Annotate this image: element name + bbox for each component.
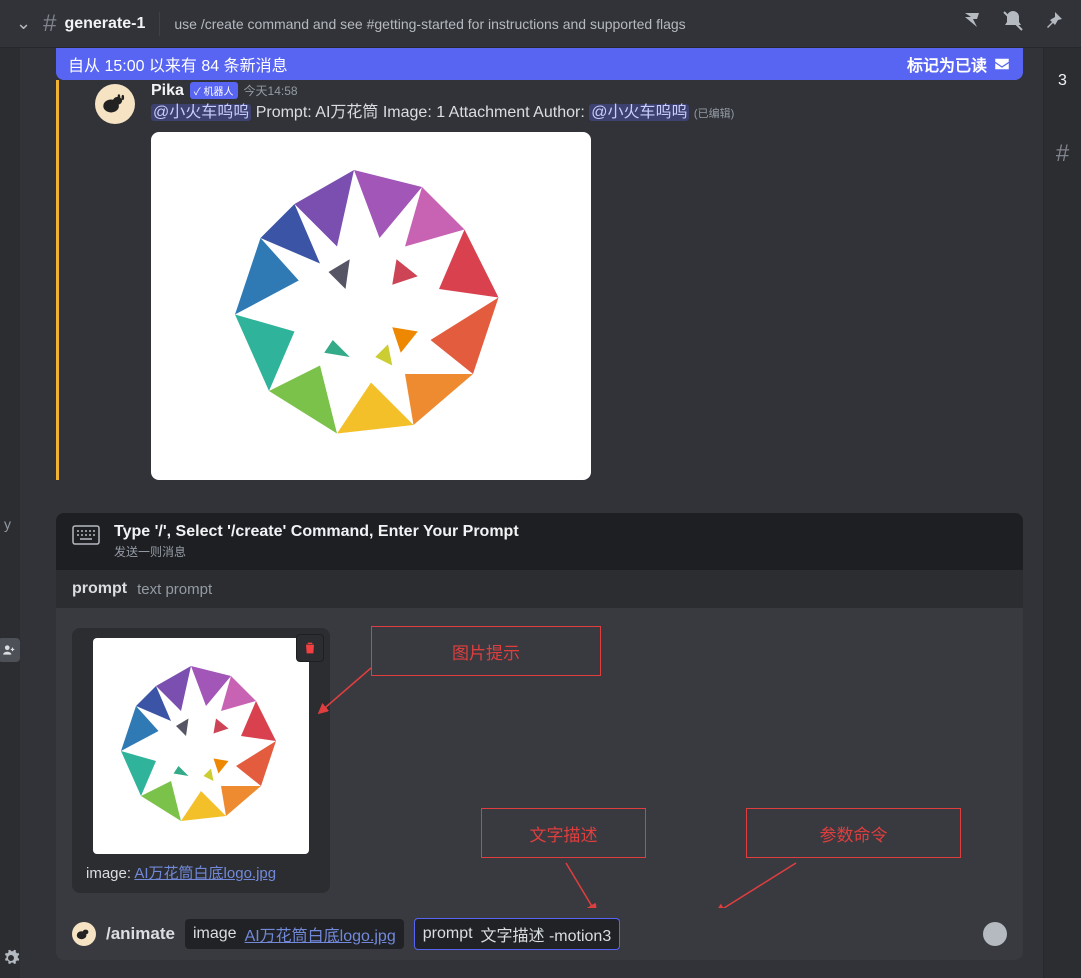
hash-icon: # [43,10,56,38]
sidebar-label: y [4,516,11,532]
message-content: @小火车呜呜 Prompt: AI万花筒 Image: 1 Attachment… [151,102,1023,124]
threads-icon[interactable] [961,9,985,38]
header-divider [159,12,160,36]
message: Pika ✓ 机器人 今天14:58 @小火车呜呜 Prompt: AI万花筒 … [95,80,1043,480]
annotation-param-cmd: 参数命令 [746,808,961,858]
main-content: 自从 15:00 以来有 84 条新消息 标记为已读 Pika ✓ 机器人 今天… [20,48,1043,978]
annotation-text-desc: 文字描述 [481,808,646,858]
prompt-description: text prompt [137,581,212,598]
upload-area: image: AI万花筒白底logo.jpg 图片提示 文字描述 参数命令 [56,608,1023,908]
message-attachment[interactable] [151,132,591,480]
left-sidebar: y [0,48,20,978]
message-header: Pika ✓ 机器人 今天14:58 [151,82,1023,100]
chevron-down-icon[interactable]: ⌄ [8,13,39,34]
command-option-prompt[interactable]: prompt 文字描述 -motion3 [414,918,621,950]
command-name: /animate [106,924,175,944]
command-option-image[interactable]: image AI万花筒白底logo.jpg [185,919,404,949]
mark-read-button[interactable]: 标记为已读 [907,52,1011,76]
add-member-icon[interactable] [0,638,20,662]
upload-thumbnail[interactable] [93,638,309,854]
avatar[interactable] [95,84,135,124]
prompt-option-row[interactable]: prompt text prompt [56,570,1023,608]
slash-header[interactable]: Type '/', Select '/create' Command, Ente… [56,513,1023,570]
channel-header: ⌄ # generate-1 use /create command and s… [0,0,1081,48]
new-messages-banner[interactable]: 自从 15:00 以来有 84 条新消息 标记为已读 [56,48,1023,80]
notification-muted-icon[interactable] [1001,9,1025,38]
slash-command-panel: Type '/', Select '/create' Command, Ente… [56,513,1023,908]
command-app-avatar [72,922,96,946]
prompt-label: prompt [72,580,127,598]
keyboard-icon [72,525,100,550]
message-timestamp: 今天14:58 [244,82,298,99]
message-list: Pika ✓ 机器人 今天14:58 @小火车呜呜 Prompt: AI万花筒 … [56,80,1043,480]
gear-icon[interactable] [2,949,20,970]
slash-subtitle: 发送一则消息 [114,543,519,560]
hash-icon: # [1044,140,1081,168]
member-count: 3 [1044,72,1081,90]
channel-topic[interactable]: use /create command and see #getting-sta… [174,16,961,32]
upload-filename[interactable]: AI万花筒白底logo.jpg [134,865,276,882]
channel-name: generate-1 [64,15,145,33]
message-input[interactable]: /animate image AI万花筒白底logo.jpg prompt 文字… [56,908,1023,960]
edited-indicator: (已编辑) [694,108,734,120]
user-mention[interactable]: @小火车呜呜 [151,104,251,121]
banner-text: 自从 15:00 以来有 84 条新消息 [68,52,288,76]
upload-caption: image: AI万花筒白底logo.jpg [82,862,320,883]
header-toolbar [961,9,1073,38]
right-sidebar: 3 # [1043,48,1081,978]
message-author[interactable]: Pika [151,82,184,100]
bot-badge: ✓ 机器人 [190,82,238,99]
annotation-image-hint: 图片提示 [371,626,601,676]
emoji-picker-button[interactable] [983,922,1007,946]
pin-icon[interactable] [1041,9,1065,38]
user-mention[interactable]: @小火车呜呜 [589,104,689,121]
upload-card: image: AI万花筒白底logo.jpg [72,628,330,893]
slash-title: Type '/', Select '/create' Command, Ente… [114,523,519,541]
